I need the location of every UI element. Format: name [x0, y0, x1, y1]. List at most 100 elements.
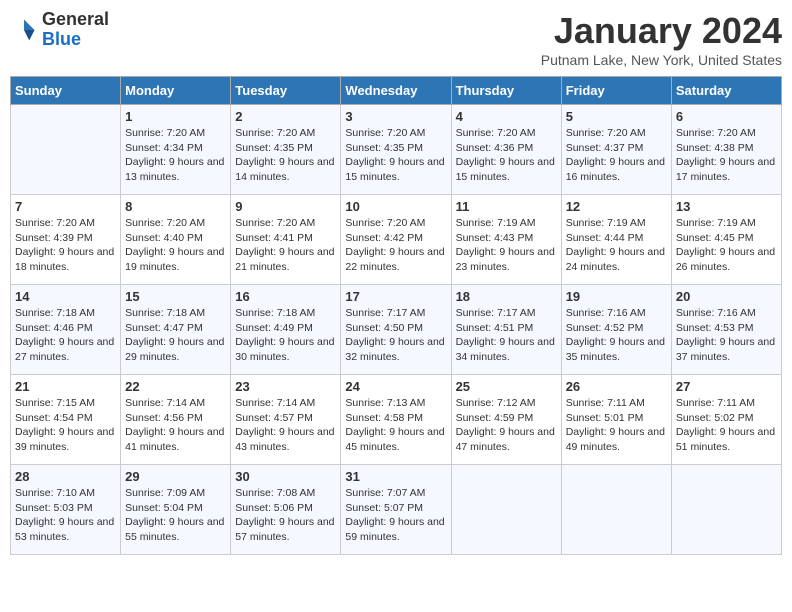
calendar-cell: 21 Sunrise: 7:15 AM Sunset: 4:54 PM Dayl…	[11, 375, 121, 465]
calendar-cell: 3 Sunrise: 7:20 AM Sunset: 4:35 PM Dayli…	[341, 105, 451, 195]
day-number: 20	[676, 289, 777, 304]
sunset: Sunset: 4:35 PM	[235, 142, 313, 154]
sunrise: Sunrise: 7:18 AM	[235, 307, 315, 319]
calendar-table: SundayMondayTuesdayWednesdayThursdayFrid…	[10, 76, 782, 555]
daylight: Daylight: 9 hours and 34 minutes.	[456, 336, 555, 363]
sunset: Sunset: 4:54 PM	[15, 412, 93, 424]
calendar-cell: 23 Sunrise: 7:14 AM Sunset: 4:57 PM Dayl…	[231, 375, 341, 465]
calendar-cell: 7 Sunrise: 7:20 AM Sunset: 4:39 PM Dayli…	[11, 195, 121, 285]
calendar-cell: 10 Sunrise: 7:20 AM Sunset: 4:42 PM Dayl…	[341, 195, 451, 285]
week-row-3: 14 Sunrise: 7:18 AM Sunset: 4:46 PM Dayl…	[11, 285, 782, 375]
sunset: Sunset: 5:07 PM	[345, 502, 423, 514]
calendar-cell: 18 Sunrise: 7:17 AM Sunset: 4:51 PM Dayl…	[451, 285, 561, 375]
cell-info: Sunrise: 7:19 AM Sunset: 4:43 PM Dayligh…	[456, 216, 557, 275]
day-number: 15	[125, 289, 226, 304]
cell-info: Sunrise: 7:14 AM Sunset: 4:57 PM Dayligh…	[235, 396, 336, 455]
cell-info: Sunrise: 7:08 AM Sunset: 5:06 PM Dayligh…	[235, 486, 336, 545]
title-block: January 2024 Putnam Lake, New York, Unit…	[541, 10, 782, 68]
day-number: 2	[235, 109, 336, 124]
calendar-cell: 14 Sunrise: 7:18 AM Sunset: 4:46 PM Dayl…	[11, 285, 121, 375]
sunrise: Sunrise: 7:20 AM	[235, 217, 315, 229]
day-number: 9	[235, 199, 336, 214]
day-number: 3	[345, 109, 446, 124]
calendar-cell: 29 Sunrise: 7:09 AM Sunset: 5:04 PM Dayl…	[121, 465, 231, 555]
day-number: 28	[15, 469, 116, 484]
daylight: Daylight: 9 hours and 37 minutes.	[676, 336, 775, 363]
sunrise: Sunrise: 7:14 AM	[125, 397, 205, 409]
sunset: Sunset: 5:02 PM	[676, 412, 754, 424]
calendar-cell: 20 Sunrise: 7:16 AM Sunset: 4:53 PM Dayl…	[671, 285, 781, 375]
day-number: 19	[566, 289, 667, 304]
sunrise: Sunrise: 7:09 AM	[125, 487, 205, 499]
weekday-header-tuesday: Tuesday	[231, 77, 341, 105]
day-number: 25	[456, 379, 557, 394]
calendar-cell: 16 Sunrise: 7:18 AM Sunset: 4:49 PM Dayl…	[231, 285, 341, 375]
weekday-header-row: SundayMondayTuesdayWednesdayThursdayFrid…	[11, 77, 782, 105]
sunrise: Sunrise: 7:20 AM	[235, 127, 315, 139]
sunset: Sunset: 4:36 PM	[456, 142, 534, 154]
week-row-2: 7 Sunrise: 7:20 AM Sunset: 4:39 PM Dayli…	[11, 195, 782, 285]
day-number: 10	[345, 199, 446, 214]
day-number: 12	[566, 199, 667, 214]
cell-info: Sunrise: 7:17 AM Sunset: 4:50 PM Dayligh…	[345, 306, 446, 365]
sunrise: Sunrise: 7:20 AM	[566, 127, 646, 139]
daylight: Daylight: 9 hours and 24 minutes.	[566, 246, 665, 273]
daylight: Daylight: 9 hours and 49 minutes.	[566, 426, 665, 453]
sunrise: Sunrise: 7:14 AM	[235, 397, 315, 409]
sunrise: Sunrise: 7:12 AM	[456, 397, 536, 409]
daylight: Daylight: 9 hours and 22 minutes.	[345, 246, 444, 273]
location: Putnam Lake, New York, United States	[541, 52, 782, 68]
logo: General Blue	[10, 10, 109, 50]
cell-info: Sunrise: 7:20 AM Sunset: 4:34 PM Dayligh…	[125, 126, 226, 185]
day-number: 7	[15, 199, 116, 214]
cell-info: Sunrise: 7:19 AM Sunset: 4:44 PM Dayligh…	[566, 216, 667, 275]
sunrise: Sunrise: 7:20 AM	[345, 127, 425, 139]
sunrise: Sunrise: 7:20 AM	[456, 127, 536, 139]
cell-info: Sunrise: 7:20 AM Sunset: 4:35 PM Dayligh…	[235, 126, 336, 185]
day-number: 16	[235, 289, 336, 304]
day-number: 13	[676, 199, 777, 214]
cell-info: Sunrise: 7:20 AM Sunset: 4:42 PM Dayligh…	[345, 216, 446, 275]
daylight: Daylight: 9 hours and 53 minutes.	[15, 516, 114, 543]
daylight: Daylight: 9 hours and 43 minutes.	[235, 426, 334, 453]
page-header: General Blue January 2024 Putnam Lake, N…	[10, 10, 782, 68]
sunset: Sunset: 5:06 PM	[235, 502, 313, 514]
daylight: Daylight: 9 hours and 41 minutes.	[125, 426, 224, 453]
sunrise: Sunrise: 7:16 AM	[676, 307, 756, 319]
sunset: Sunset: 4:53 PM	[676, 322, 754, 334]
cell-info: Sunrise: 7:12 AM Sunset: 4:59 PM Dayligh…	[456, 396, 557, 455]
cell-info: Sunrise: 7:16 AM Sunset: 4:52 PM Dayligh…	[566, 306, 667, 365]
sunset: Sunset: 4:37 PM	[566, 142, 644, 154]
weekday-header-wednesday: Wednesday	[341, 77, 451, 105]
weekday-header-friday: Friday	[561, 77, 671, 105]
day-number: 8	[125, 199, 226, 214]
weekday-header-monday: Monday	[121, 77, 231, 105]
calendar-cell: 27 Sunrise: 7:11 AM Sunset: 5:02 PM Dayl…	[671, 375, 781, 465]
sunset: Sunset: 4:46 PM	[15, 322, 93, 334]
sunset: Sunset: 4:47 PM	[125, 322, 203, 334]
daylight: Daylight: 9 hours and 27 minutes.	[15, 336, 114, 363]
daylight: Daylight: 9 hours and 45 minutes.	[345, 426, 444, 453]
sunset: Sunset: 5:03 PM	[15, 502, 93, 514]
daylight: Daylight: 9 hours and 13 minutes.	[125, 156, 224, 183]
sunrise: Sunrise: 7:10 AM	[15, 487, 95, 499]
sunrise: Sunrise: 7:20 AM	[125, 217, 205, 229]
cell-info: Sunrise: 7:16 AM Sunset: 4:53 PM Dayligh…	[676, 306, 777, 365]
sunset: Sunset: 4:44 PM	[566, 232, 644, 244]
logo-icon	[10, 16, 38, 44]
calendar-cell: 26 Sunrise: 7:11 AM Sunset: 5:01 PM Dayl…	[561, 375, 671, 465]
cell-info: Sunrise: 7:20 AM Sunset: 4:41 PM Dayligh…	[235, 216, 336, 275]
daylight: Daylight: 9 hours and 59 minutes.	[345, 516, 444, 543]
day-number: 4	[456, 109, 557, 124]
week-row-4: 21 Sunrise: 7:15 AM Sunset: 4:54 PM Dayl…	[11, 375, 782, 465]
sunrise: Sunrise: 7:20 AM	[125, 127, 205, 139]
day-number: 26	[566, 379, 667, 394]
sunrise: Sunrise: 7:20 AM	[15, 217, 95, 229]
sunrise: Sunrise: 7:16 AM	[566, 307, 646, 319]
sunset: Sunset: 4:45 PM	[676, 232, 754, 244]
sunset: Sunset: 4:51 PM	[456, 322, 534, 334]
daylight: Daylight: 9 hours and 17 minutes.	[676, 156, 775, 183]
day-number: 21	[15, 379, 116, 394]
sunset: Sunset: 4:58 PM	[345, 412, 423, 424]
sunrise: Sunrise: 7:17 AM	[345, 307, 425, 319]
